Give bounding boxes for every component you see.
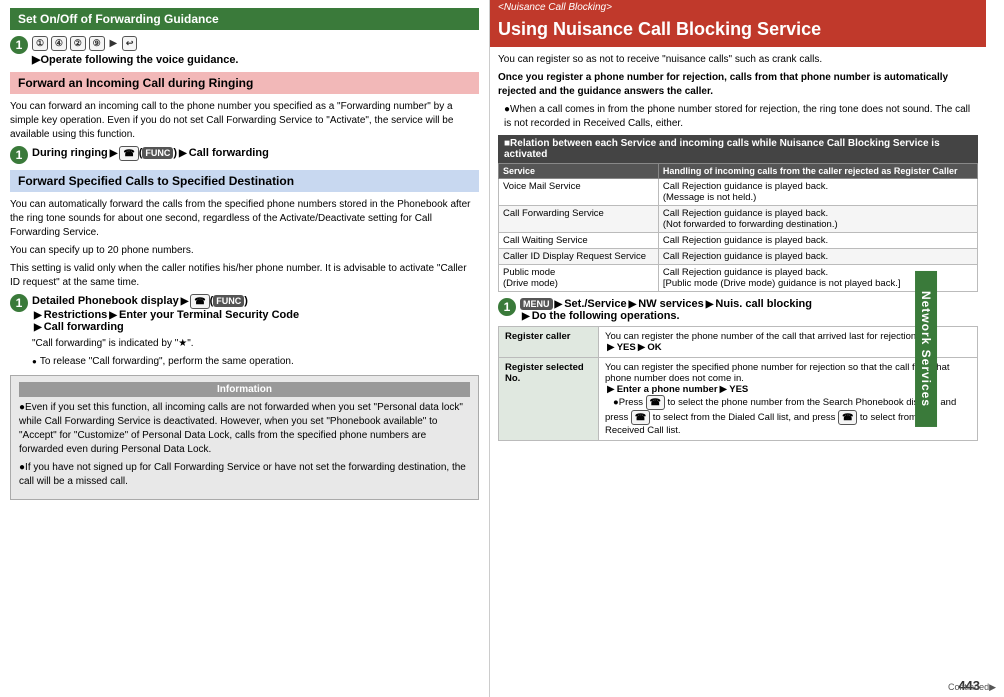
section-forward-specified-header: Forward Specified Calls to Specified Des… [10,170,479,192]
step-1-keys: ① ④ ② ⑨ ▶ ↩ [32,36,479,51]
step-3-row: 1 Detailed Phonebook display▶☎(FUNC) ▶Re… [10,294,479,333]
body3: This setting is valid only when the call… [10,262,479,290]
section-forward-ringing-header: Forward an Incoming Call during Ringing [10,72,479,94]
register-caller-label: Register caller [499,326,599,357]
nuisance-tag: <Nuisance Call Blocking> [490,0,986,15]
network-services-label: Network Services [915,270,937,426]
table-row: Call Forwarding Service Call Rejection g… [499,205,978,232]
handling-call-forwarding: Call Rejection guidance is played back.(… [658,205,977,232]
right-step-1-content: MENU▶Set./Service▶NW services▶Nuis. call… [520,298,978,322]
section-set-onoff-header: Set On/Off of Forwarding Guidance [10,8,479,30]
body1: You can automatically forward the calls … [10,198,479,240]
information-box: Information ●Even if you set this functi… [10,375,479,500]
nuisance-title: Using Nuisance Call Blocking Service [490,15,986,47]
table-row: Call Waiting Service Call Rejection guid… [499,232,978,248]
step-3-desc: Detailed Phonebook display▶☎(FUNC) ▶Rest… [32,294,479,333]
step-number-2: 1 [10,146,28,164]
note2: To release "Call forwarding", perform th… [32,355,479,369]
right-bullet1: ●When a call comes in from the phone num… [504,103,978,131]
service-table: Service Handling of incoming calls from … [498,163,978,292]
register-selected-row: Register selected No. You can register t… [499,357,978,440]
service-call-waiting: Call Waiting Service [499,232,659,248]
continued-label: Continued▶ [948,682,996,693]
service-call-forwarding: Call Forwarding Service [499,205,659,232]
step-2-desc: During ringing▶☎(FUNC)▶Call forwarding [32,146,479,161]
step-number-3: 1 [10,294,28,312]
register-table: Register caller You can register the pho… [498,326,978,441]
right-body2: Once you register a phone number for rej… [498,71,978,99]
service-public-mode: Public mode(Drive mode) [499,264,659,291]
section-set-onoff: Set On/Off of Forwarding Guidance 1 ① ④ … [10,8,479,66]
right-step-1-desc: MENU▶Set./Service▶NW services▶Nuis. call… [520,298,978,322]
body2: You can specify up to 20 phone numbers. [10,244,479,258]
note1: "Call forwarding" is indicated by "★". [32,337,479,351]
section-forward-ringing-body: You can forward an incoming call to the … [10,100,479,142]
right-column: <Nuisance Call Blocking> Using Nuisance … [490,0,1004,697]
table-row: Public mode(Drive mode) Call Rejection g… [499,264,978,291]
right-content: <Nuisance Call Blocking> Using Nuisance … [490,0,986,447]
right-step-1-row: 1 MENU▶Set./Service▶NW services▶Nuis. ca… [498,298,978,322]
register-caller-row: Register caller You can register the pho… [499,326,978,357]
info-bullet1: ●Even if you set this function, all inco… [19,401,470,457]
service-voice-mail: Voice Mail Service [499,178,659,205]
step-2-row: 1 During ringing▶☎(FUNC)▶Call forwarding [10,146,479,164]
handling-voice-mail: Call Rejection guidance is played back.(… [658,178,977,205]
relation-header: ■Relation between each Service and incom… [498,135,978,163]
left-column: Set On/Off of Forwarding Guidance 1 ① ④ … [0,0,490,697]
table-row: Caller ID Display Request Service Call R… [499,248,978,264]
table-header-service: Service [499,163,659,178]
section-forward-ringing: Forward an Incoming Call during Ringing … [10,72,479,164]
section-forward-specified: Forward Specified Calls to Specified Des… [10,170,479,369]
step-3-content: Detailed Phonebook display▶☎(FUNC) ▶Rest… [32,294,479,333]
table-header-handling: Handling of incoming calls from the call… [658,163,977,178]
table-row: Voice Mail Service Call Rejection guidan… [499,178,978,205]
register-selected-label: Register selected No. [499,357,599,440]
info-bullet2: ●If you have not signed up for Call Forw… [19,461,470,489]
step-1-desc: ▶Operate following the voice guidance. [32,53,479,66]
info-box-header: Information [19,382,470,397]
right-body: You can register so as not to receive "n… [490,47,986,447]
step-1-row: 1 ① ④ ② ⑨ ▶ ↩ ▶Operate following the voi… [10,36,479,66]
handling-call-waiting: Call Rejection guidance is played back. [658,232,977,248]
step-1-content: ① ④ ② ⑨ ▶ ↩ ▶Operate following the voice… [32,36,479,66]
service-caller-id: Caller ID Display Request Service [499,248,659,264]
step-number-1: 1 [10,36,28,54]
right-step-number-1: 1 [498,298,516,316]
right-body1: You can register so as not to receive "n… [498,53,978,67]
step-2-content: During ringing▶☎(FUNC)▶Call forwarding [32,146,479,161]
handling-caller-id: Call Rejection guidance is played back. [658,248,977,264]
